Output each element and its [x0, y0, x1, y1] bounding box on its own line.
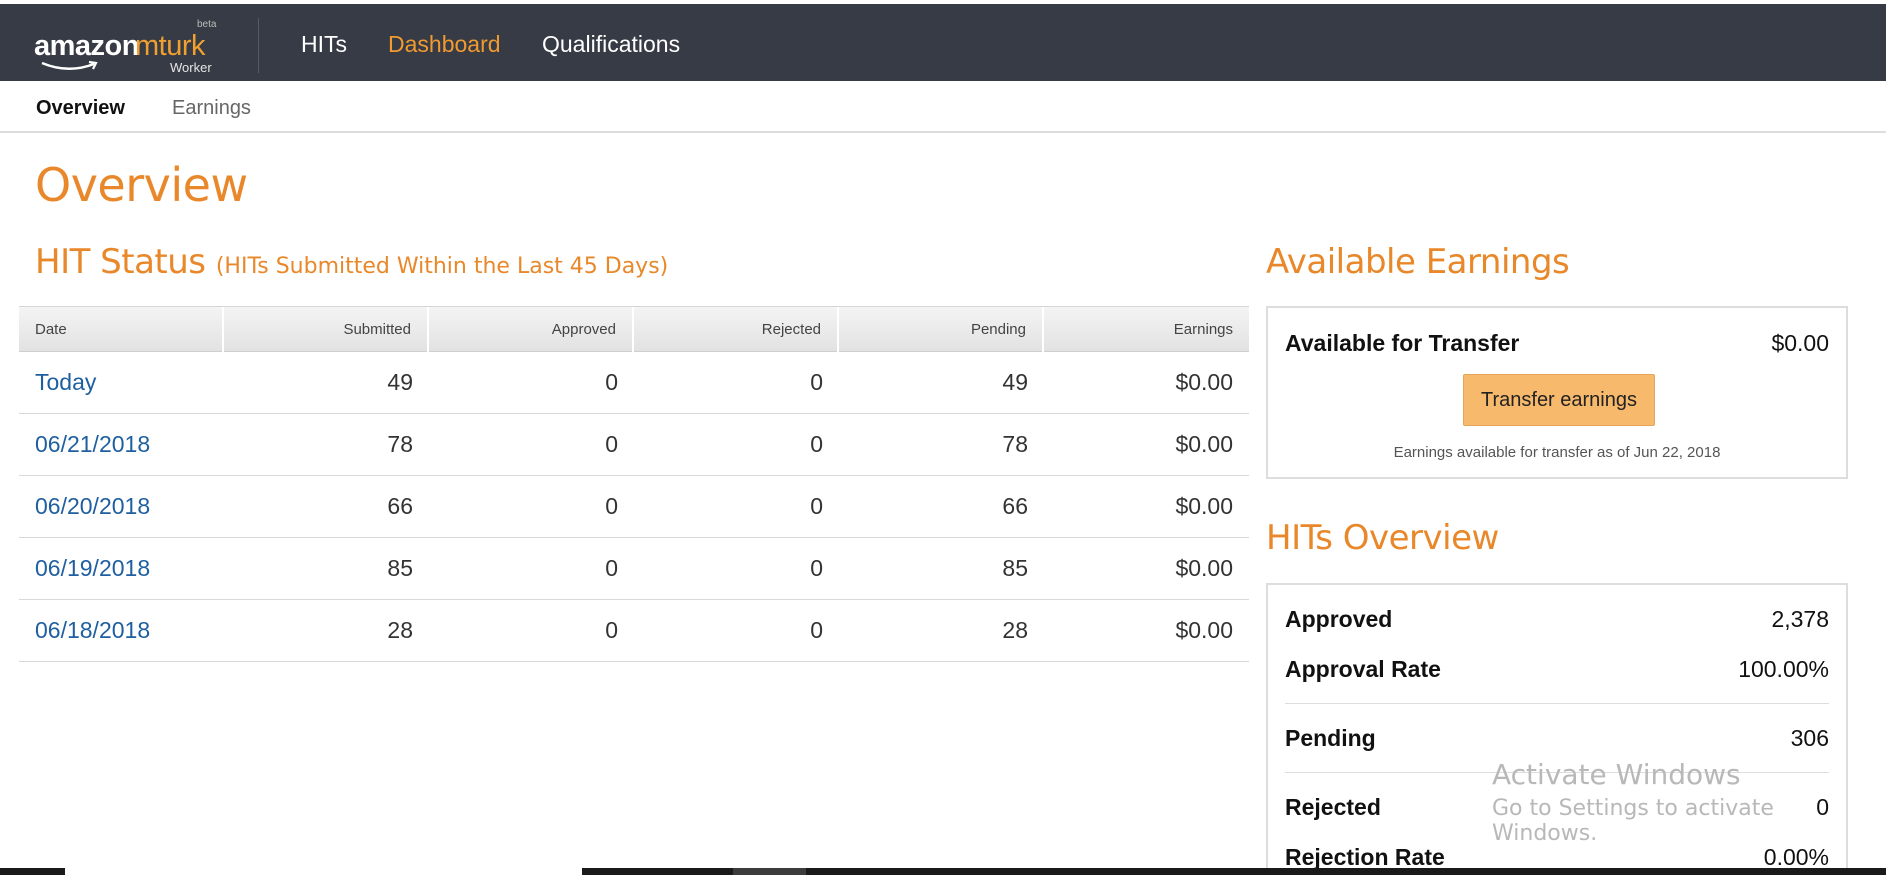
cell-earnings: $0.00: [1175, 617, 1233, 643]
cell-rejected: 0: [810, 617, 823, 643]
tab-overview[interactable]: Overview: [36, 97, 125, 120]
earnings-note: Earnings available for transfer as of Ju…: [1393, 444, 1721, 461]
nav-divider: [258, 18, 259, 73]
logo-amazon-text: amazon: [34, 30, 139, 62]
table-row: 06/19/2018 85 0 0 85 $0.00: [19, 538, 1249, 600]
taskbar-highlight: [65, 868, 582, 875]
taskbar-edge: [0, 868, 1886, 875]
logo-worker-text: Worker: [170, 60, 212, 75]
cell-approved: 0: [605, 617, 618, 643]
col-submitted[interactable]: Submitted: [224, 307, 429, 353]
cell-earnings: $0.00: [1175, 555, 1233, 581]
approval-rate-label: Approval Rate: [1285, 656, 1441, 682]
rejection-rate-value: 0.00%: [1763, 844, 1829, 870]
hits-overview-title: HITs Overview: [1266, 518, 1499, 558]
approved-value: 2,378: [1771, 606, 1829, 632]
table-row: 06/20/2018 66 0 0 66 $0.00: [19, 476, 1249, 538]
nav-hits[interactable]: HITs: [301, 31, 347, 58]
approved-label: Approved: [1285, 606, 1393, 632]
row-date-link[interactable]: 06/18/2018: [19, 600, 224, 662]
cell-pending: 49: [1002, 369, 1028, 395]
divider: [1285, 703, 1829, 704]
cell-earnings: $0.00: [1175, 369, 1233, 395]
col-earnings[interactable]: Earnings: [1044, 307, 1249, 353]
row-date-link[interactable]: 06/19/2018: [19, 538, 224, 600]
top-navbar: amazon mturk beta Worker HITs Dashboard …: [0, 4, 1886, 81]
taskbar-highlight: [733, 868, 806, 875]
cell-rejected: 0: [810, 431, 823, 457]
col-pending[interactable]: Pending: [839, 307, 1044, 353]
cell-submitted: 85: [387, 555, 413, 581]
row-date-link[interactable]: 06/20/2018: [19, 476, 224, 538]
available-transfer-label: Available for Transfer: [1285, 330, 1520, 356]
sub-navbar: Overview Earnings: [0, 81, 1886, 133]
cell-rejected: 0: [810, 555, 823, 581]
table-row: Today 49 0 0 49 $0.00: [19, 352, 1249, 414]
pending-value: 306: [1790, 725, 1829, 751]
hit-status-heading: HIT Status (HITs Submitted Within the La…: [35, 242, 668, 282]
nav-qualifications[interactable]: Qualifications: [542, 31, 680, 58]
cell-submitted: 28: [387, 617, 413, 643]
cell-rejected: 0: [810, 369, 823, 395]
col-approved[interactable]: Approved: [429, 307, 634, 353]
table-row: 06/18/2018 28 0 0 28 $0.00: [19, 600, 1249, 662]
table-row: 06/21/2018 78 0 0 78 $0.00: [19, 414, 1249, 476]
row-date-link[interactable]: 06/21/2018: [19, 414, 224, 476]
activate-windows-title: Activate Windows: [1492, 758, 1741, 791]
cell-submitted: 78: [387, 431, 413, 457]
cell-approved: 0: [605, 369, 618, 395]
col-date[interactable]: Date: [19, 307, 224, 353]
row-date-link[interactable]: Today: [19, 352, 224, 414]
nav-dashboard[interactable]: Dashboard: [388, 31, 501, 58]
page-title: Overview: [35, 158, 248, 212]
cell-approved: 0: [605, 431, 618, 457]
cell-submitted: 49: [387, 369, 413, 395]
hit-status-table: Date Submitted Approved Rejected Pending…: [19, 306, 1249, 662]
cell-pending: 85: [1002, 555, 1028, 581]
cell-submitted: 66: [387, 493, 413, 519]
cell-rejected: 0: [810, 493, 823, 519]
col-rejected[interactable]: Rejected: [634, 307, 839, 353]
logo-mturk-text: mturk: [135, 30, 206, 62]
logo-beta-text: beta: [197, 19, 217, 30]
amazon-smile-icon: [41, 60, 98, 70]
cell-earnings: $0.00: [1175, 493, 1233, 519]
rejection-rate-label: Rejection Rate: [1285, 844, 1445, 870]
cell-pending: 28: [1002, 617, 1028, 643]
cell-pending: 78: [1002, 431, 1028, 457]
activate-windows-subtitle: Go to Settings to activate Windows.: [1492, 796, 1774, 846]
approval-rate-value: 100.00%: [1738, 656, 1829, 682]
hit-status-title: HIT Status: [35, 242, 206, 282]
rejected-label: Rejected: [1285, 794, 1381, 820]
table-header: Date Submitted Approved Rejected Pending…: [19, 306, 1249, 353]
tab-earnings[interactable]: Earnings: [172, 97, 251, 120]
cell-pending: 66: [1002, 493, 1028, 519]
pending-label: Pending: [1285, 725, 1376, 751]
transfer-earnings-button[interactable]: Transfer earnings: [1463, 374, 1655, 426]
cell-earnings: $0.00: [1175, 431, 1233, 457]
hit-status-subtitle: (HITs Submitted Within the Last 45 Days): [215, 254, 669, 279]
available-earnings-card: Available for Transfer $0.00 Transfer ea…: [1266, 306, 1848, 479]
cell-approved: 0: [605, 555, 618, 581]
available-earnings-title: Available Earnings: [1266, 242, 1570, 282]
mturk-logo[interactable]: amazon mturk beta Worker: [34, 16, 224, 75]
available-transfer-value: $0.00: [1771, 330, 1829, 356]
cell-approved: 0: [605, 493, 618, 519]
